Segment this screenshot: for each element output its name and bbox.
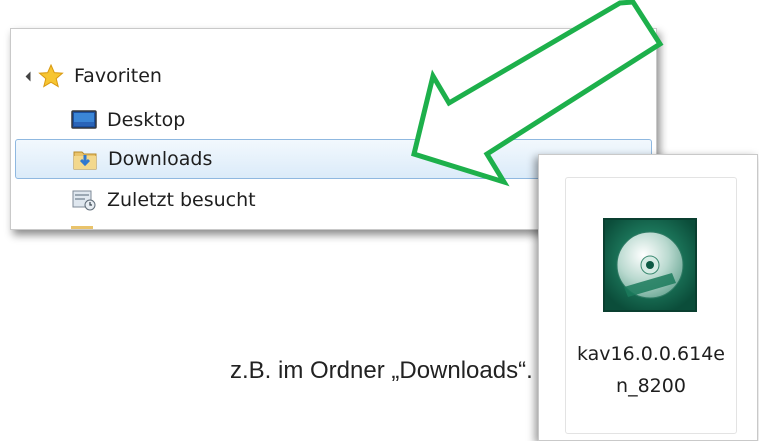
arrow-icon xyxy=(411,0,664,187)
instruction-caption: z.B. im Ordner „Downloads“. xyxy=(230,357,533,384)
